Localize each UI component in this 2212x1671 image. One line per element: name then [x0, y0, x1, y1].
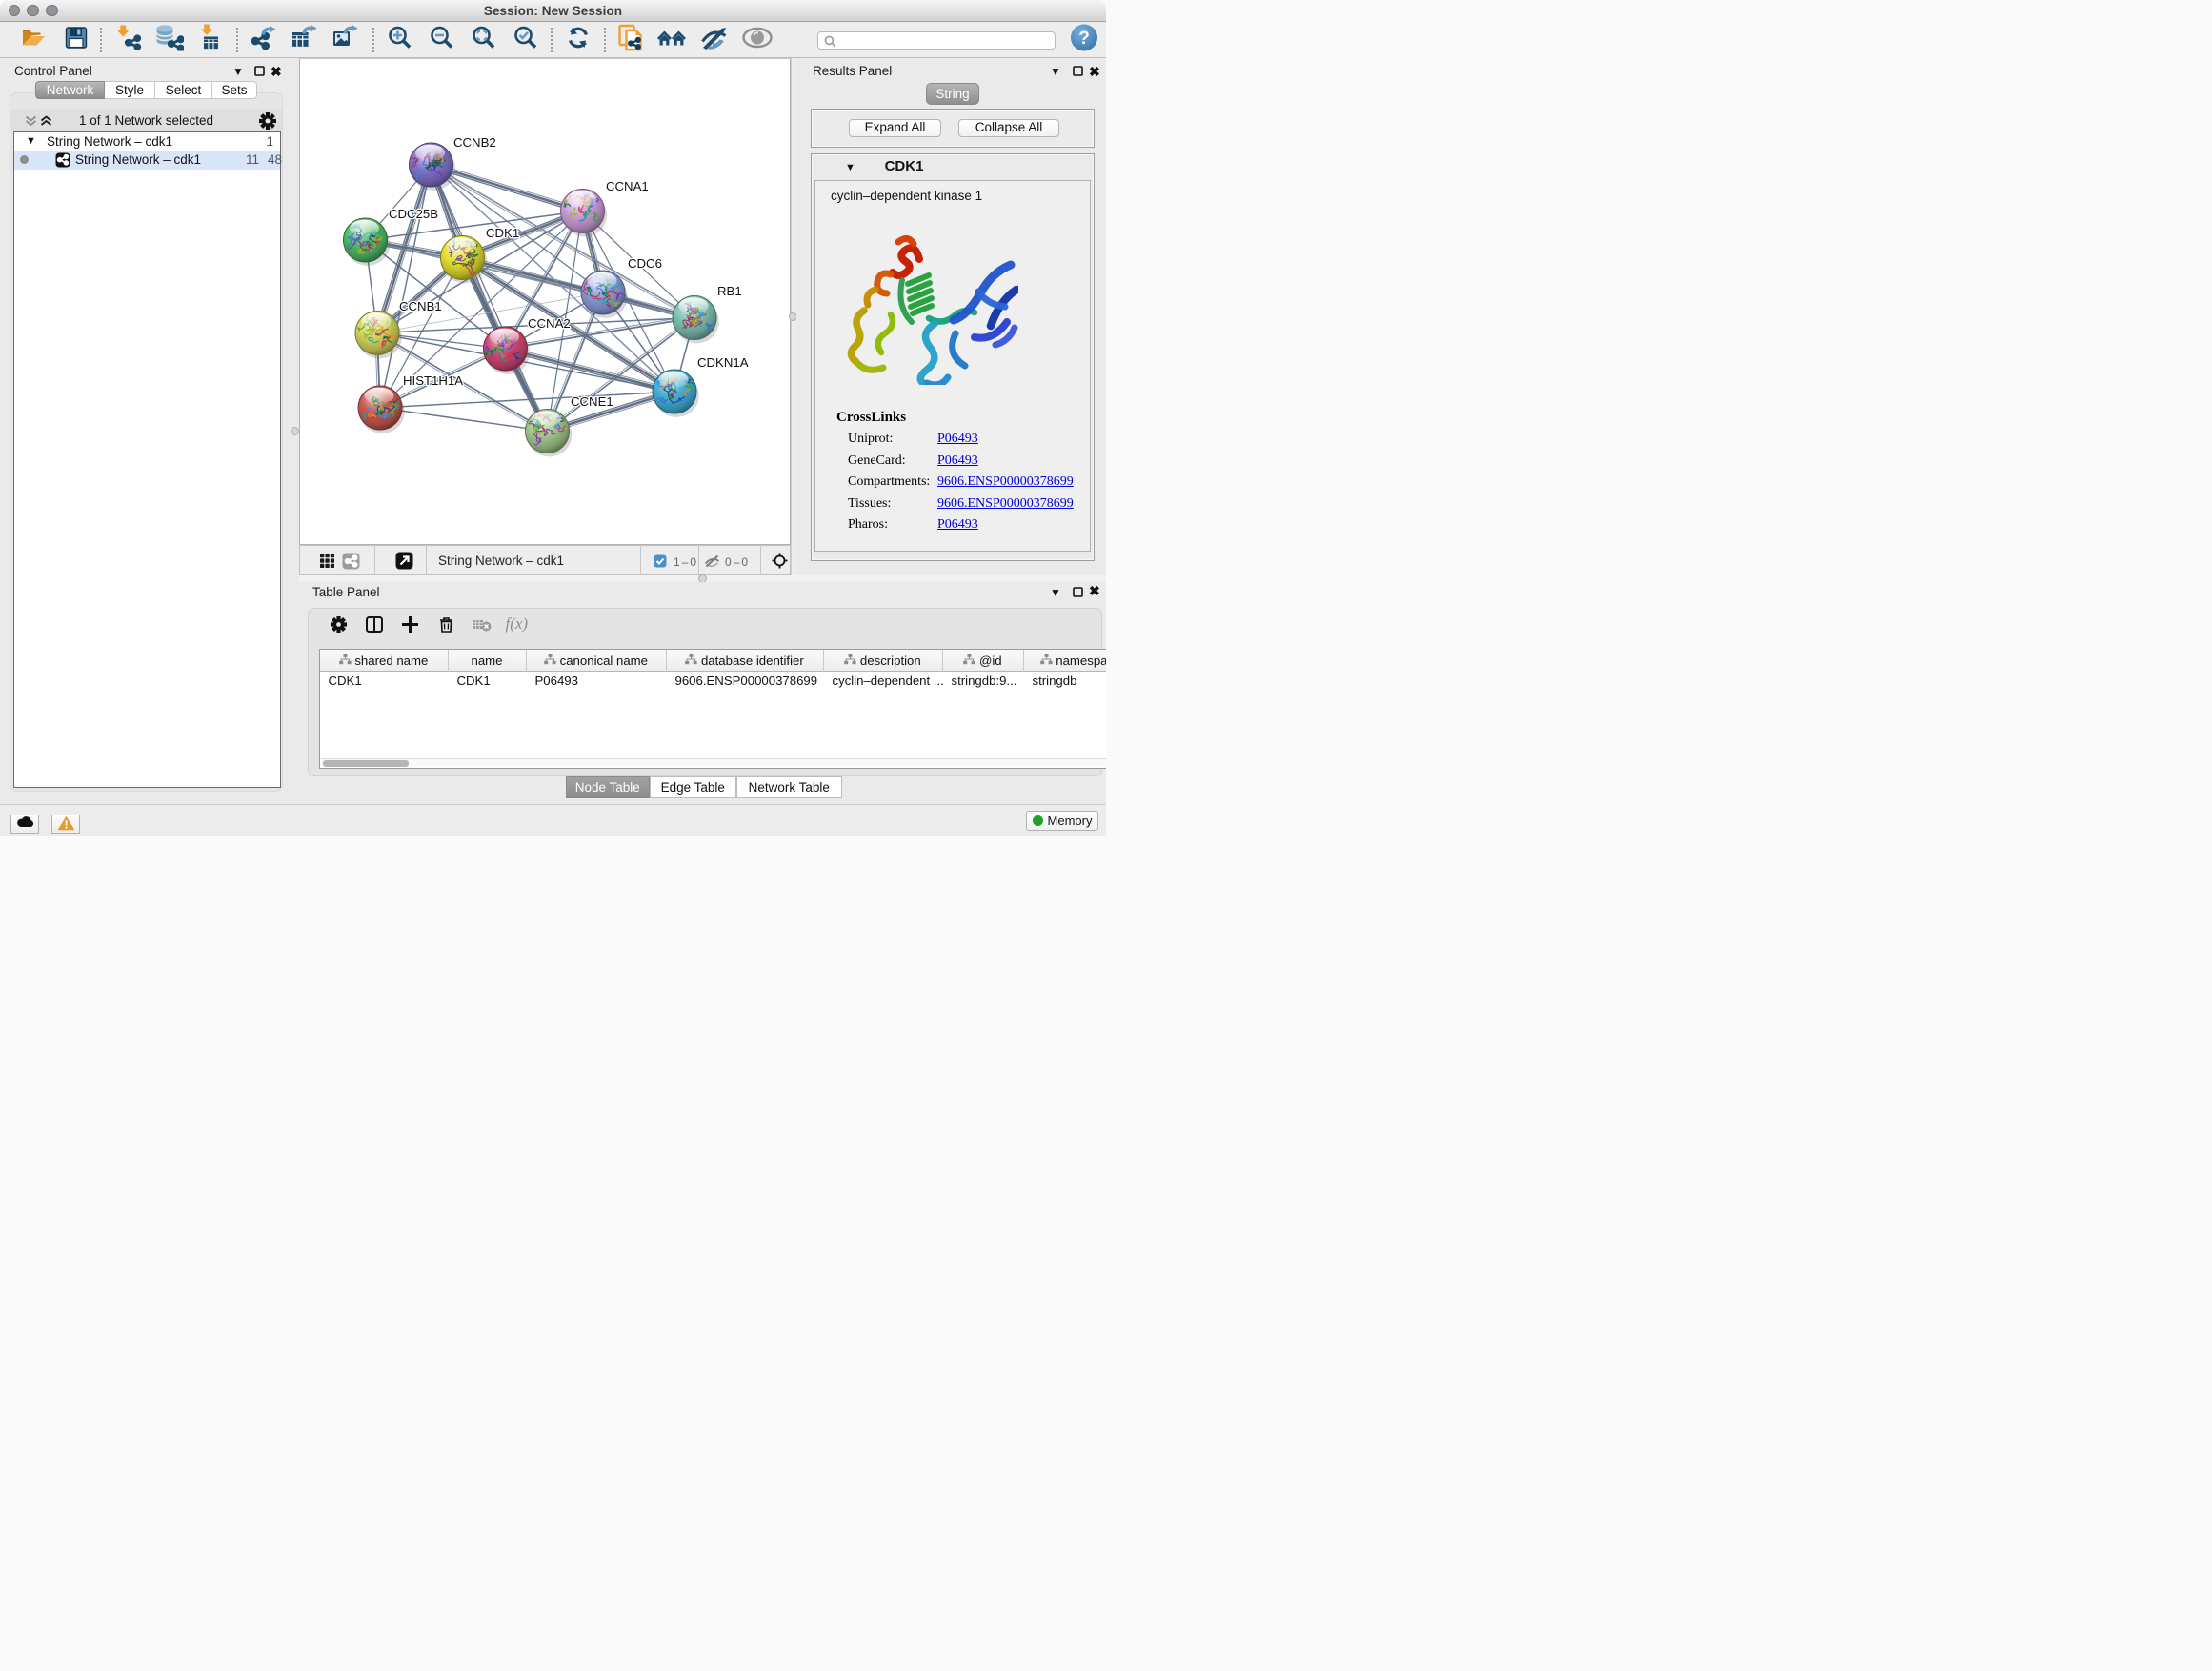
svg-text:RB1: RB1	[717, 284, 742, 298]
svg-text:CCNB2: CCNB2	[453, 135, 496, 150]
svg-text:HIST1H1A: HIST1H1A	[403, 373, 463, 388]
svg-text:?: ?	[1078, 29, 1090, 49]
svg-text:CDKN1A: CDKN1A	[697, 355, 749, 370]
svg-text:CDK1: CDK1	[486, 226, 519, 240]
svg-text:CDC25B: CDC25B	[389, 207, 438, 221]
svg-text:CDC6: CDC6	[628, 256, 662, 271]
svg-text:CCNB1: CCNB1	[399, 299, 442, 313]
svg-text:CCNA1: CCNA1	[606, 179, 649, 193]
svg-text:CCNA2: CCNA2	[528, 316, 571, 331]
svg-text:CCNE1: CCNE1	[571, 394, 613, 409]
